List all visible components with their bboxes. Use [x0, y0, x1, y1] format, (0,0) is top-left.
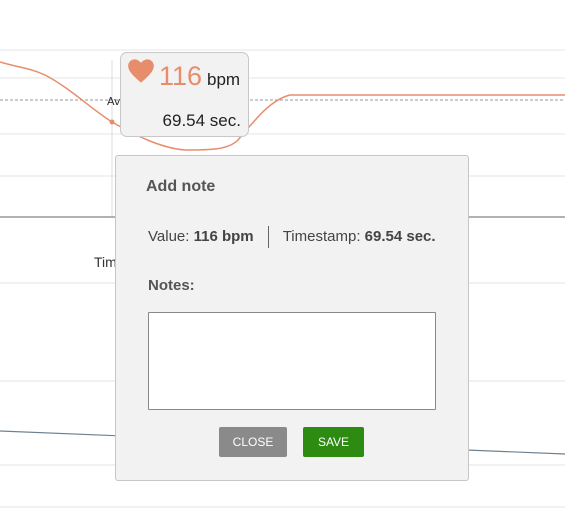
- tooltip-value: 116: [159, 61, 203, 91]
- value-tooltip: 116 bpm 69.54 sec.: [120, 52, 249, 137]
- close-button[interactable]: CLOSE: [219, 427, 287, 457]
- value-label: Value:: [148, 227, 190, 245]
- timestamp-label: Timestamp:: [282, 227, 361, 245]
- value-text: 116 bpm: [193, 227, 254, 245]
- data-point: [109, 119, 115, 125]
- tooltip-unit: bpm: [207, 70, 241, 89]
- add-note-dialog: Add note Value: 116 bpm Timestamp: 69.54…: [115, 155, 469, 481]
- dialog-info: Value: 116 bpm Timestamp: 69.54 sec.: [148, 226, 436, 248]
- heart-icon: [128, 59, 154, 83]
- timestamp-text: 69.54 sec.: [364, 227, 436, 245]
- info-separator: [267, 226, 269, 248]
- notes-label: Notes:: [148, 277, 195, 294]
- heart-rate-line: [0, 61, 565, 151]
- dialog-title: Add note: [146, 178, 216, 195]
- save-button[interactable]: SAVE: [303, 427, 364, 457]
- tooltip-timestamp: 69.54 sec.: [162, 111, 241, 130]
- notes-textarea[interactable]: [148, 312, 436, 410]
